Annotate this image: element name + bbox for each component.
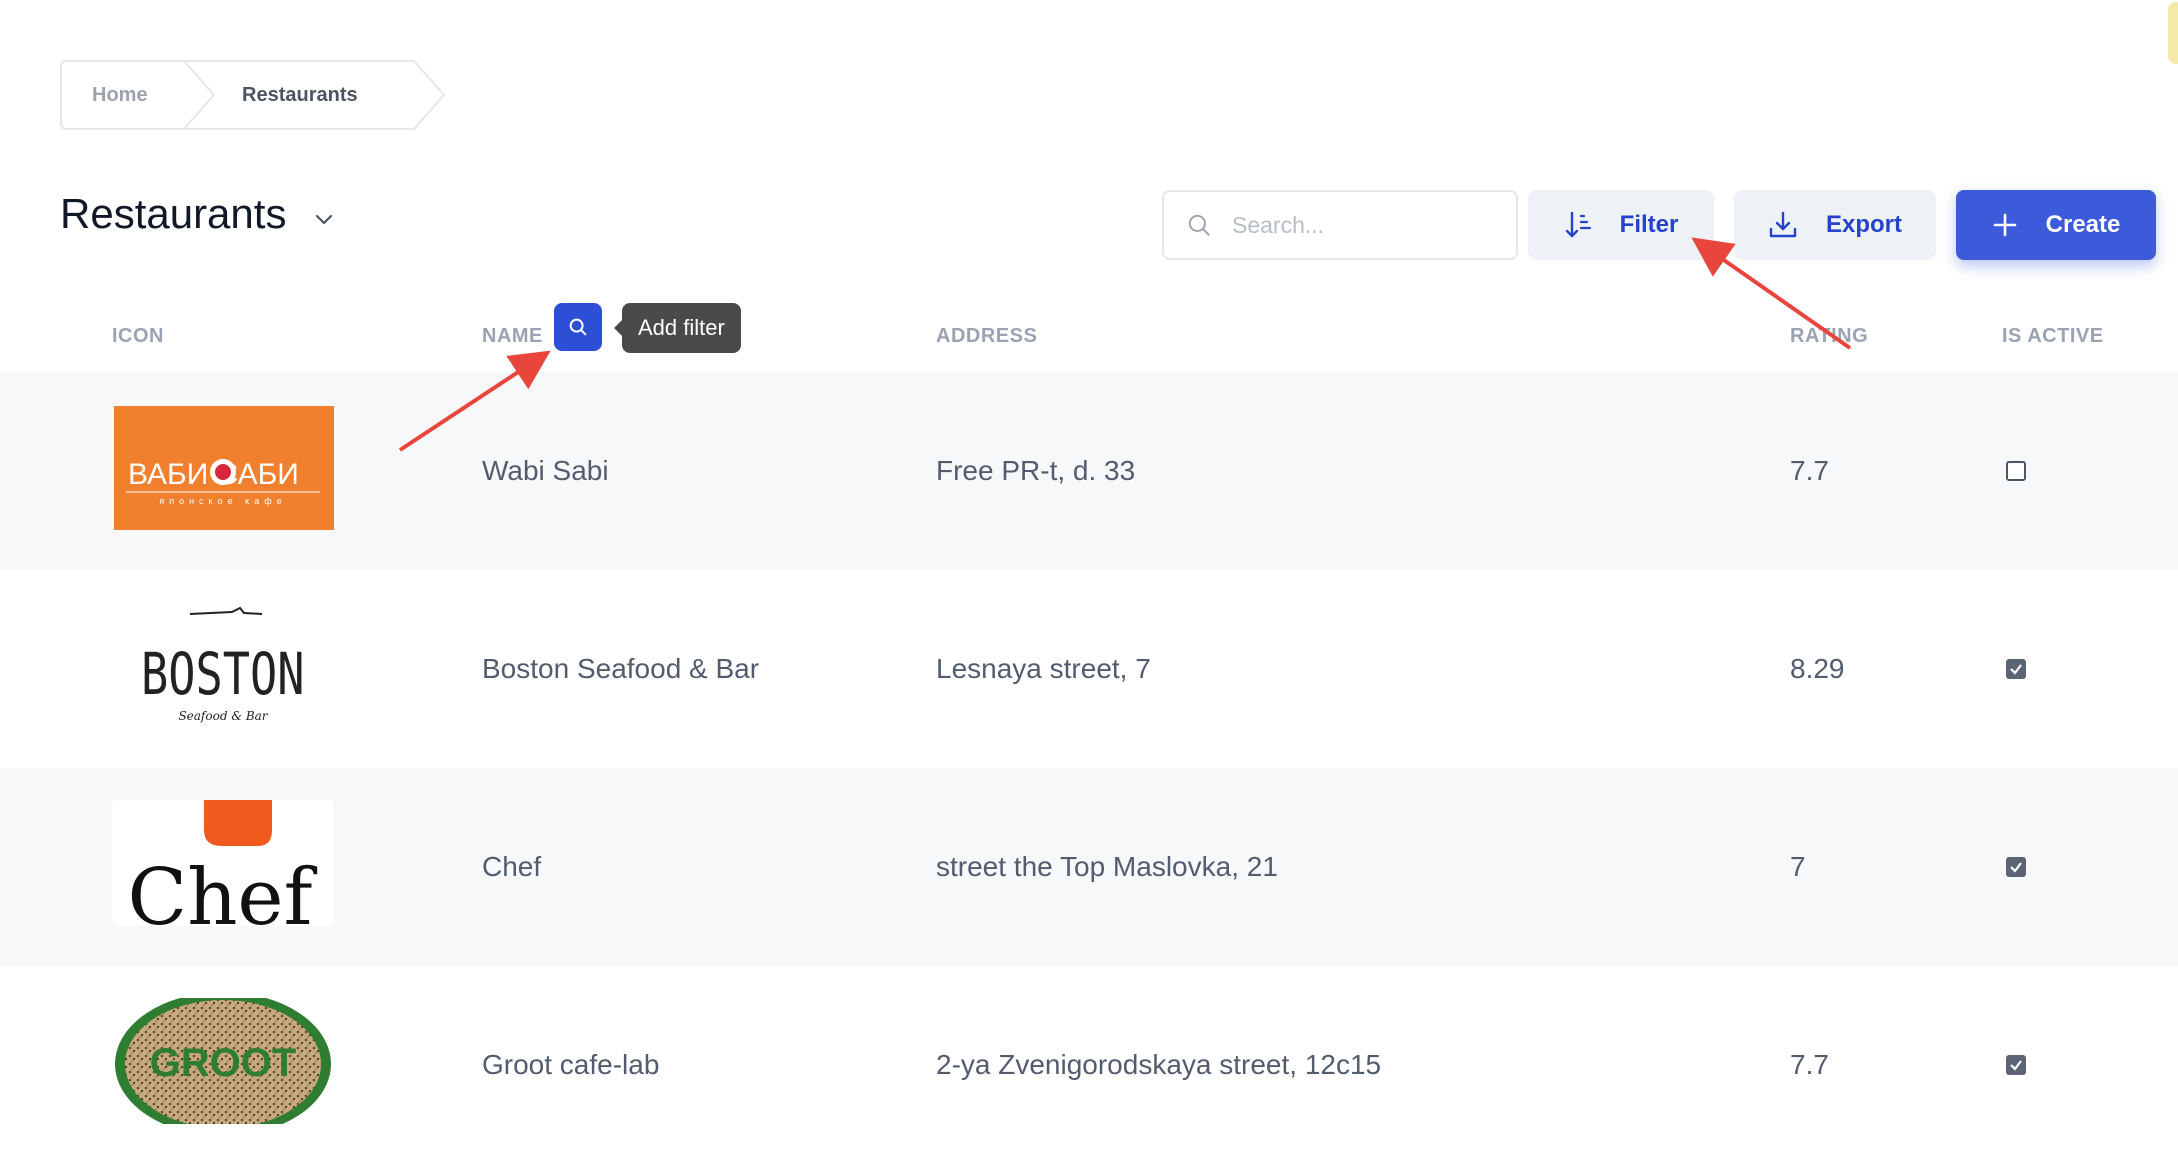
breadcrumb-current[interactable]: Restaurants bbox=[184, 60, 445, 130]
table-row[interactable]: Chef Chef street the Top Maslovka, 21 7 bbox=[0, 768, 2178, 966]
search-input[interactable] bbox=[1232, 211, 1492, 239]
restaurant-address: Free PR-t, d. 33 bbox=[936, 455, 1136, 486]
breadcrumb: Home Restaurants bbox=[60, 60, 445, 130]
svg-text:японское кафе: японское кафе bbox=[159, 496, 286, 506]
restaurant-name: Groot cafe-lab bbox=[482, 1049, 660, 1080]
restaurant-address: Lesnaya street, 7 bbox=[936, 653, 1151, 684]
page-title: Restaurants bbox=[60, 190, 287, 237]
breadcrumb-current-label: Restaurants bbox=[242, 83, 358, 106]
create-button[interactable]: Create bbox=[1956, 190, 2156, 260]
search-box[interactable] bbox=[1162, 190, 1518, 260]
is-active-cell bbox=[2006, 966, 2026, 1160]
export-label: Export bbox=[1825, 211, 1902, 238]
column-header-is-active[interactable]: IS ACTIVE bbox=[2002, 300, 2104, 372]
table-body: ВАБИ САБИ японское кафе Wabi Sabi Free P… bbox=[0, 372, 2178, 1160]
breadcrumb-home[interactable]: Home bbox=[60, 60, 216, 130]
plus-icon bbox=[1993, 213, 2016, 237]
restaurant-rating: 7.7 bbox=[1790, 1049, 1829, 1080]
table-row[interactable]: ВАБИ САБИ японское кафе Wabi Sabi Free P… bbox=[0, 372, 2178, 570]
restaurant-logo-boston: BOSTON Seafood & Bar bbox=[141, 606, 304, 723]
breadcrumb-home-label: Home bbox=[92, 83, 148, 106]
is-active-checkbox[interactable] bbox=[2006, 659, 2026, 679]
create-label: Create bbox=[2045, 211, 2121, 238]
is-active-cell bbox=[2006, 768, 2026, 966]
download-icon bbox=[1769, 211, 1797, 238]
checkmark-icon bbox=[2010, 862, 2022, 873]
filter-label: Filter bbox=[1619, 211, 1679, 238]
breadcrumb-end-icon bbox=[413, 60, 445, 130]
filter-button[interactable]: Filter bbox=[1528, 190, 1714, 260]
corner-tab bbox=[2168, 2, 2178, 64]
restaurant-logo-groot: GROOT bbox=[115, 998, 331, 1124]
svg-text:Seafood & Bar: Seafood & Bar bbox=[178, 709, 268, 723]
column-header-rating[interactable]: RATING bbox=[1790, 300, 1868, 372]
add-filter-tooltip: Add filter bbox=[614, 303, 741, 353]
restaurant-logo-wabi-sabi: ВАБИ САБИ японское кафе bbox=[114, 406, 334, 530]
table-row[interactable]: BOSTON Seafood & Bar Boston Seafood & Ba… bbox=[0, 570, 2178, 768]
is-active-checkbox[interactable] bbox=[2006, 461, 2026, 481]
sort-filter-icon bbox=[1565, 211, 1591, 238]
table-header: ICON NAME ADDRESS RATING IS ACTIVE bbox=[0, 300, 2178, 372]
table-row[interactable]: GROOT Groot cafe-lab 2-ya Zvenigorodskay… bbox=[0, 966, 2178, 1160]
is-active-checkbox[interactable] bbox=[2006, 1055, 2026, 1075]
column-header-icon[interactable]: ICON bbox=[112, 300, 164, 372]
svg-text:GROOT: GROOT bbox=[150, 1041, 297, 1085]
svg-text:Chef: Chef bbox=[128, 853, 318, 926]
restaurant-rating: 7 bbox=[1790, 851, 1806, 882]
checkmark-icon bbox=[2010, 664, 2022, 675]
restaurant-rating: 7.7 bbox=[1790, 455, 1829, 486]
column-header-name[interactable]: NAME bbox=[482, 300, 543, 372]
search-icon bbox=[569, 318, 587, 336]
name-filter-button[interactable] bbox=[554, 303, 602, 351]
restaurant-name: Chef bbox=[482, 851, 542, 882]
svg-text:BOSTON: BOSTON bbox=[141, 642, 304, 709]
restaurant-address: street the Top Maslovka, 21 bbox=[936, 851, 1278, 882]
is-active-cell bbox=[2006, 372, 2026, 570]
page-title-wrap[interactable]: Restaurants bbox=[60, 190, 336, 238]
restaurant-logo-chef: Chef bbox=[112, 800, 334, 926]
restaurant-address: 2-ya Zvenigorodskaya street, 12c15 bbox=[936, 1049, 1382, 1080]
export-button[interactable]: Export bbox=[1734, 190, 1936, 260]
restaurant-name: Boston Seafood & Bar bbox=[482, 653, 760, 684]
search-icon bbox=[1188, 214, 1210, 236]
checkmark-icon bbox=[2010, 1060, 2022, 1071]
is-active-checkbox[interactable] bbox=[2006, 857, 2026, 877]
restaurant-rating: 8.29 bbox=[1790, 653, 1845, 684]
column-header-address[interactable]: ADDRESS bbox=[936, 300, 1037, 372]
restaurant-name: Wabi Sabi bbox=[482, 455, 609, 486]
is-active-cell bbox=[2006, 570, 2026, 768]
chevron-down-icon[interactable] bbox=[312, 207, 336, 231]
